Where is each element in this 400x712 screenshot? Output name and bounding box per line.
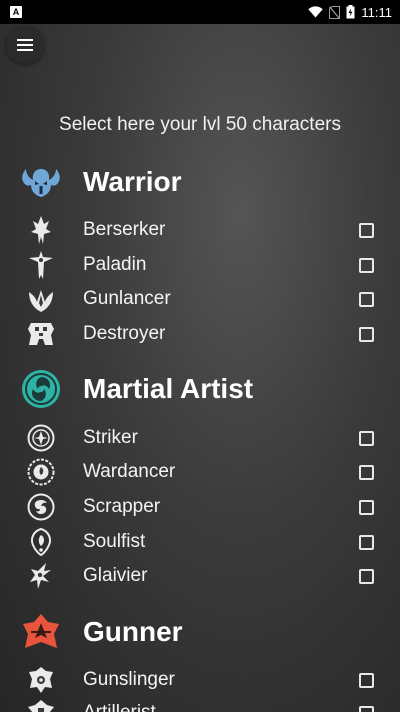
subclass-row-artillerist[interactable]: Artillerist bbox=[26, 698, 380, 712]
subclass-checkbox-berserker[interactable] bbox=[359, 222, 374, 238]
glaivier-icon bbox=[26, 561, 56, 591]
hamburger-menu-icon bbox=[17, 39, 33, 51]
soulfist-icon bbox=[26, 527, 56, 557]
subclass-row-soulfist[interactable]: Soulfist bbox=[26, 527, 380, 557]
subclass-row-gunslinger[interactable]: Gunslinger bbox=[26, 665, 380, 695]
subclass-name: Paladin bbox=[83, 254, 147, 275]
subclass-row-wardancer[interactable]: Wardancer bbox=[26, 457, 380, 487]
class-name-warrior: Warrior bbox=[83, 166, 182, 197]
subclass-name: Berserker bbox=[83, 219, 166, 240]
class-name-gunner: Gunner bbox=[83, 616, 183, 647]
subclass-checkbox-destroyer[interactable] bbox=[359, 326, 374, 342]
subclass-name: Glaivier bbox=[83, 565, 148, 586]
battery-icon bbox=[346, 5, 355, 19]
subclass-checkbox-artillerist[interactable] bbox=[359, 705, 374, 712]
class-name-martial-artist: Martial Artist bbox=[83, 373, 254, 404]
subclass-name: Artillerist bbox=[83, 702, 156, 712]
gunlancer-icon bbox=[26, 284, 56, 314]
subclass-name: Striker bbox=[83, 427, 138, 448]
subclass-checkbox-scrapper[interactable] bbox=[359, 499, 374, 515]
status-time: 11:11 bbox=[361, 4, 392, 20]
subclass-row-scrapper[interactable]: Scrapper bbox=[26, 492, 380, 522]
subclass-checkbox-gunlancer[interactable] bbox=[359, 291, 374, 307]
subclass-checkbox-glaivier[interactable] bbox=[359, 568, 374, 584]
subclass-row-destroyer[interactable]: Destroyer bbox=[26, 319, 380, 349]
wifi-icon bbox=[308, 6, 324, 18]
subclass-checkbox-striker[interactable] bbox=[359, 430, 374, 446]
paladin-icon bbox=[26, 250, 56, 280]
subclass-row-striker[interactable]: Striker bbox=[26, 423, 380, 453]
wardancer-icon bbox=[26, 457, 56, 487]
subclass-name: Soulfist bbox=[83, 531, 146, 552]
subclass-name: Destroyer bbox=[83, 323, 166, 344]
gunner-icon bbox=[20, 611, 62, 653]
subclass-row-gunlancer[interactable]: Gunlancer bbox=[26, 284, 380, 314]
page-heading: Select here your lvl 50 characters bbox=[59, 114, 341, 135]
class-header-warrior: Warrior bbox=[20, 160, 380, 204]
subclass-name: Scrapper bbox=[83, 496, 161, 517]
gunslinger-icon bbox=[26, 665, 56, 695]
subclass-name: Gunslinger bbox=[83, 669, 175, 690]
subclass-checkbox-paladin[interactable] bbox=[359, 257, 374, 273]
menu-button[interactable] bbox=[6, 26, 44, 64]
status-bar: A 11:11 bbox=[0, 0, 400, 24]
subclass-checkbox-soulfist[interactable] bbox=[359, 534, 374, 550]
subclass-row-berserker[interactable]: Berserker bbox=[26, 215, 380, 245]
artillerist-icon bbox=[26, 698, 56, 712]
class-header-martial-artist: Martial Artist bbox=[20, 367, 380, 411]
subclass-row-paladin[interactable]: Paladin bbox=[26, 250, 380, 280]
berserker-icon bbox=[26, 215, 56, 245]
no-sim-icon bbox=[329, 5, 341, 19]
app-notification-icon: A bbox=[10, 6, 22, 18]
striker-icon bbox=[26, 423, 56, 453]
class-header-gunner: Gunner bbox=[20, 610, 380, 654]
scrapper-icon bbox=[26, 492, 56, 522]
subclass-checkbox-gunslinger[interactable] bbox=[359, 672, 374, 688]
subclass-checkbox-wardancer[interactable] bbox=[359, 464, 374, 480]
subclass-name: Gunlancer bbox=[83, 288, 171, 309]
subclass-name: Wardancer bbox=[83, 461, 176, 482]
martial-artist-icon bbox=[20, 368, 62, 410]
destroyer-icon bbox=[26, 319, 56, 349]
warrior-icon bbox=[20, 161, 62, 203]
subclass-row-glaivier[interactable]: Glaivier bbox=[26, 561, 380, 591]
